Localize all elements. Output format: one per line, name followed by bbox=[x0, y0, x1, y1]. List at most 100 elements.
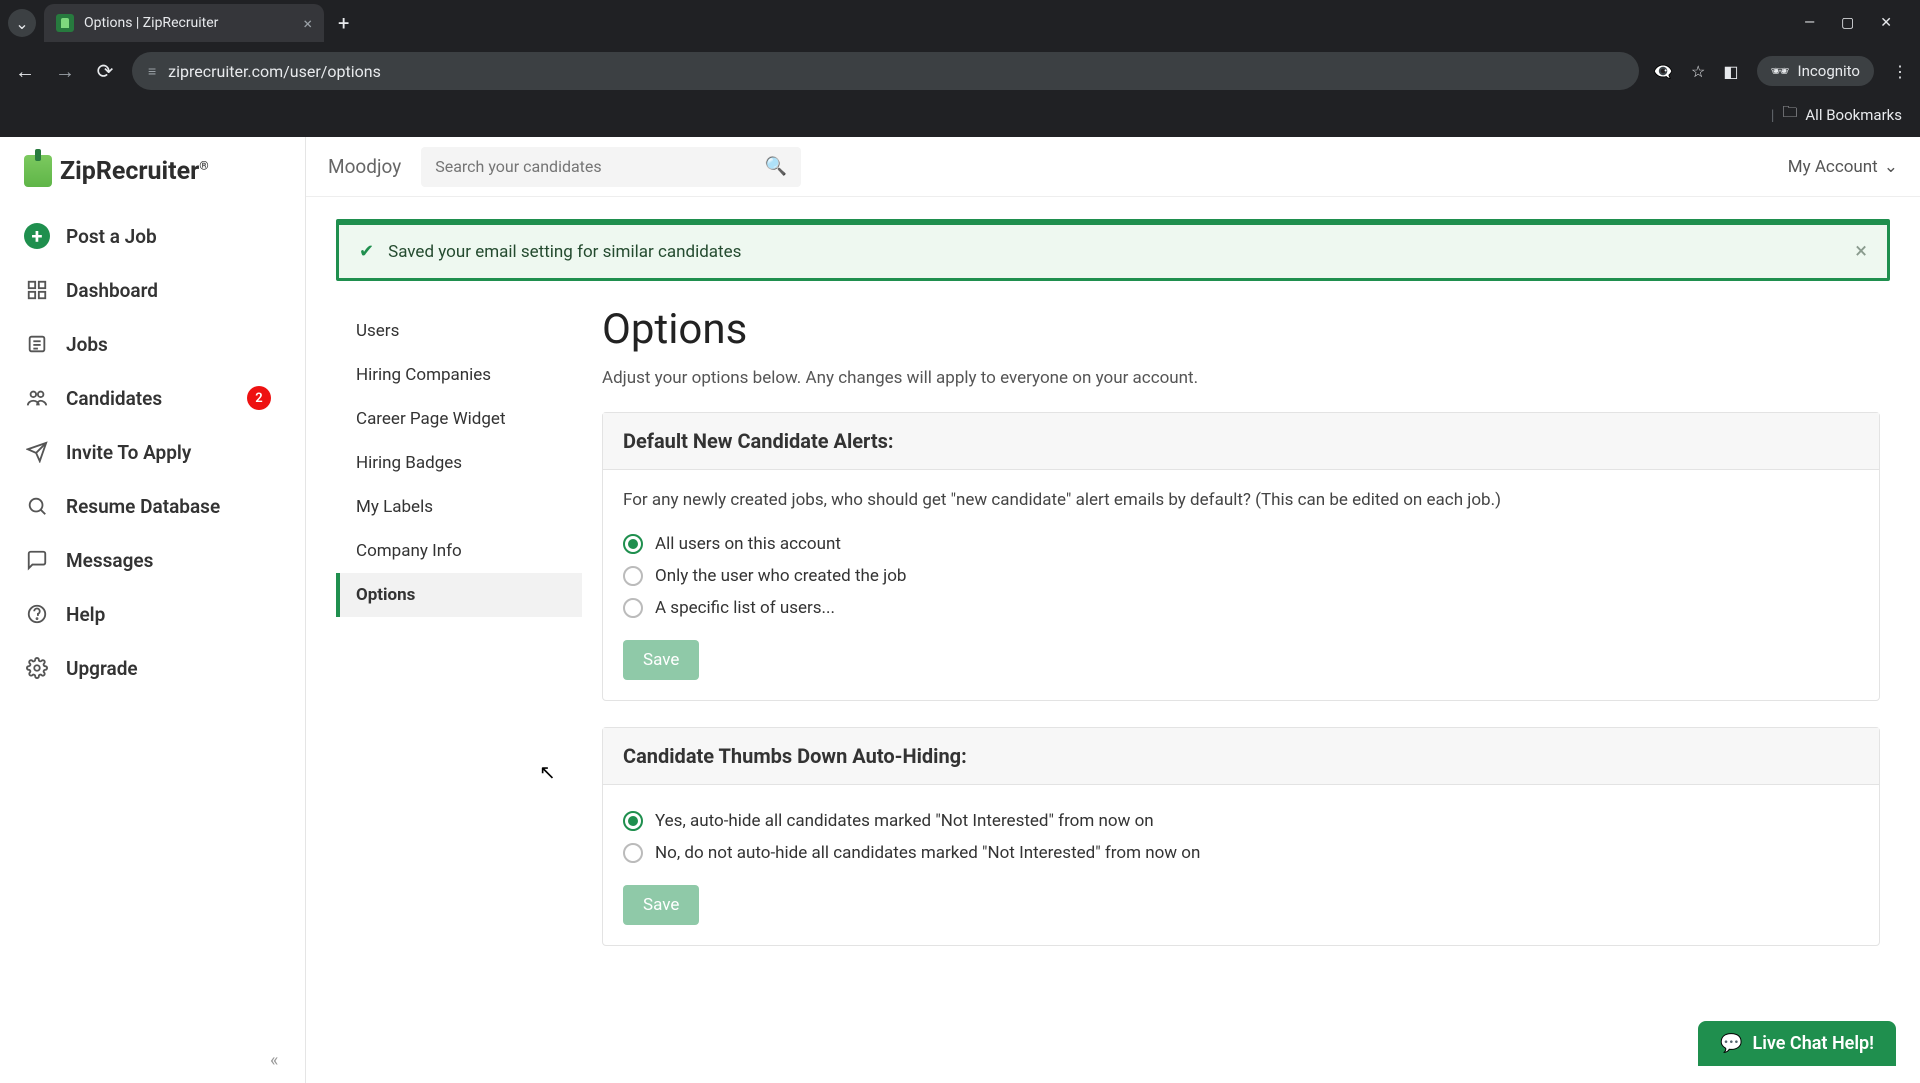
close-window-icon[interactable]: ✕ bbox=[1880, 15, 1892, 31]
topbar: Moodjoy 🔍 My Account ⌄ bbox=[306, 137, 1920, 197]
search-icon[interactable]: 🔍 bbox=[765, 156, 787, 177]
company-name[interactable]: Moodjoy bbox=[328, 155, 401, 178]
favicon-icon bbox=[56, 14, 74, 32]
list-icon bbox=[24, 331, 50, 357]
card-thumbs-down: Candidate Thumbs Down Auto-Hiding: Yes, … bbox=[602, 727, 1880, 946]
sidebar-item-upgrade[interactable]: Upgrade bbox=[0, 641, 305, 695]
subnav-my-labels[interactable]: My Labels bbox=[336, 485, 582, 529]
primary-sidebar: ZipRecruiter® + Post a Job Dashboard Job… bbox=[0, 137, 306, 1083]
all-bookmarks-link[interactable]: All Bookmarks bbox=[1805, 106, 1902, 124]
radio-label: Only the user who created the job bbox=[655, 566, 906, 586]
chat-bubble-icon: 💬 bbox=[1720, 1033, 1742, 1054]
radio-label: A specific list of users... bbox=[655, 598, 835, 618]
sidebar-item-post-a-job[interactable]: + Post a Job bbox=[0, 209, 305, 263]
radio-icon bbox=[623, 534, 643, 554]
page-subtitle: Adjust your options below. Any changes w… bbox=[602, 368, 1880, 388]
radio-only-creator[interactable]: Only the user who created the job bbox=[623, 560, 1859, 592]
side-panel-icon[interactable]: ◧ bbox=[1723, 62, 1738, 81]
sidebar-item-label: Resume Database bbox=[66, 495, 220, 518]
save-alerts-button[interactable]: Save bbox=[623, 640, 699, 680]
people-icon bbox=[24, 385, 50, 411]
sidebar-item-label: Jobs bbox=[66, 333, 108, 356]
radio-icon bbox=[623, 598, 643, 618]
logo-mark-icon bbox=[24, 155, 52, 187]
sidebar-item-invite-to-apply[interactable]: Invite To Apply bbox=[0, 425, 305, 479]
send-icon bbox=[24, 439, 50, 465]
folder-icon: 🗀 bbox=[1782, 102, 1797, 127]
new-tab-button[interactable]: + bbox=[338, 11, 349, 35]
incognito-badge[interactable]: 🕶 Incognito bbox=[1757, 56, 1875, 86]
settings-subnav: Users Hiring Companies Career Page Widge… bbox=[336, 305, 582, 1012]
incognito-icon: 🕶 bbox=[1771, 62, 1790, 80]
window-controls: — ▢ ✕ bbox=[1804, 15, 1912, 31]
plus-circle-icon: + bbox=[24, 223, 50, 249]
radio-auto-hide-yes[interactable]: Yes, auto-hide all candidates marked "No… bbox=[623, 805, 1859, 837]
site-info-icon[interactable]: ≡ bbox=[148, 63, 156, 80]
subnav-company-info[interactable]: Company Info bbox=[336, 529, 582, 573]
sidebar-item-jobs[interactable]: Jobs bbox=[0, 317, 305, 371]
live-chat-widget[interactable]: 💬 Live Chat Help! bbox=[1698, 1021, 1896, 1066]
reload-button[interactable]: ⟳ bbox=[92, 59, 118, 83]
back-button[interactable]: ← bbox=[12, 59, 38, 84]
subnav-users[interactable]: Users bbox=[336, 309, 582, 353]
browser-menu-icon[interactable]: ⋮ bbox=[1892, 62, 1908, 81]
sidebar-item-label: Post a Job bbox=[66, 225, 157, 248]
radio-all-users[interactable]: All users on this account bbox=[623, 528, 1859, 560]
tab-bar: ⌄ Options | ZipRecruiter × + — ▢ ✕ bbox=[0, 0, 1920, 46]
notification-badge: 2 bbox=[247, 386, 271, 410]
sidebar-item-resume-database[interactable]: Resume Database bbox=[0, 479, 305, 533]
subnav-options[interactable]: Options bbox=[336, 573, 582, 617]
card-description: For any newly created jobs, who should g… bbox=[623, 490, 1859, 510]
main-area: Moodjoy 🔍 My Account ⌄ ✔ Saved your emai… bbox=[306, 137, 1920, 1083]
collapse-sidebar-icon[interactable]: « bbox=[270, 1050, 278, 1071]
radio-icon bbox=[623, 566, 643, 586]
radio-label: All users on this account bbox=[655, 534, 841, 554]
banner-text: Saved your email setting for similar can… bbox=[388, 242, 741, 262]
search-icon bbox=[24, 493, 50, 519]
logo-text: ZipRecruiter bbox=[60, 157, 199, 186]
incognito-label: Incognito bbox=[1798, 62, 1860, 80]
app-frame: ZipRecruiter® + Post a Job Dashboard Job… bbox=[0, 137, 1920, 1083]
card-default-alerts: Default New Candidate Alerts: For any ne… bbox=[602, 412, 1880, 701]
url-text: ziprecruiter.com/user/options bbox=[168, 62, 381, 81]
chat-label: Live Chat Help! bbox=[1752, 1033, 1874, 1054]
address-bar: ← → ⟳ ≡ ziprecruiter.com/user/options 👁‍… bbox=[0, 46, 1920, 96]
sidebar-item-messages[interactable]: Messages bbox=[0, 533, 305, 587]
close-tab-icon[interactable]: × bbox=[303, 14, 312, 33]
sidebar-item-candidates[interactable]: Candidates 2 bbox=[0, 371, 305, 425]
sidebar-item-label: Dashboard bbox=[66, 279, 158, 302]
sidebar-item-label: Messages bbox=[66, 549, 153, 572]
card-header: Default New Candidate Alerts: bbox=[603, 413, 1879, 470]
options-panel: Options Adjust your options below. Any c… bbox=[582, 305, 1890, 1012]
radio-icon bbox=[623, 811, 643, 831]
check-icon: ✔ bbox=[359, 241, 374, 262]
maximize-icon[interactable]: ▢ bbox=[1841, 15, 1854, 31]
dismiss-banner-icon[interactable]: × bbox=[1855, 239, 1867, 264]
subnav-hiring-badges[interactable]: Hiring Badges bbox=[336, 441, 582, 485]
candidate-search[interactable]: 🔍 bbox=[421, 147, 801, 187]
search-input[interactable] bbox=[435, 157, 765, 176]
tab-search-dropdown[interactable]: ⌄ bbox=[8, 9, 36, 37]
sidebar-item-dashboard[interactable]: Dashboard bbox=[0, 263, 305, 317]
my-account-menu[interactable]: My Account ⌄ bbox=[1788, 157, 1898, 177]
minimize-icon[interactable]: — bbox=[1804, 15, 1815, 31]
url-input[interactable]: ≡ ziprecruiter.com/user/options bbox=[132, 52, 1639, 90]
tracking-protection-icon[interactable]: 👁‍🗨 bbox=[1653, 62, 1673, 81]
gear-icon bbox=[24, 655, 50, 681]
ziprecruiter-logo[interactable]: ZipRecruiter® bbox=[0, 155, 305, 209]
card-header: Candidate Thumbs Down Auto-Hiding: bbox=[603, 728, 1879, 785]
sidebar-item-help[interactable]: Help bbox=[0, 587, 305, 641]
chat-icon bbox=[24, 547, 50, 573]
radio-specific-list[interactable]: A specific list of users... bbox=[623, 592, 1859, 624]
bookmark-bar: | 🗀 All Bookmarks bbox=[0, 96, 1920, 137]
browser-chrome: ⌄ Options | ZipRecruiter × + — ▢ ✕ ← → ⟳… bbox=[0, 0, 1920, 137]
browser-tab[interactable]: Options | ZipRecruiter × bbox=[44, 4, 324, 42]
save-autohide-button[interactable]: Save bbox=[623, 885, 699, 925]
radio-auto-hide-no[interactable]: No, do not auto-hide all candidates mark… bbox=[623, 837, 1859, 869]
subnav-career-page-widget[interactable]: Career Page Widget bbox=[336, 397, 582, 441]
grid-icon bbox=[24, 277, 50, 303]
bookmark-star-icon[interactable]: ☆ bbox=[1691, 62, 1705, 81]
content-scroll[interactable]: ✔ Saved your email setting for similar c… bbox=[306, 197, 1920, 1083]
subnav-hiring-companies[interactable]: Hiring Companies bbox=[336, 353, 582, 397]
forward-button[interactable]: → bbox=[52, 59, 78, 84]
